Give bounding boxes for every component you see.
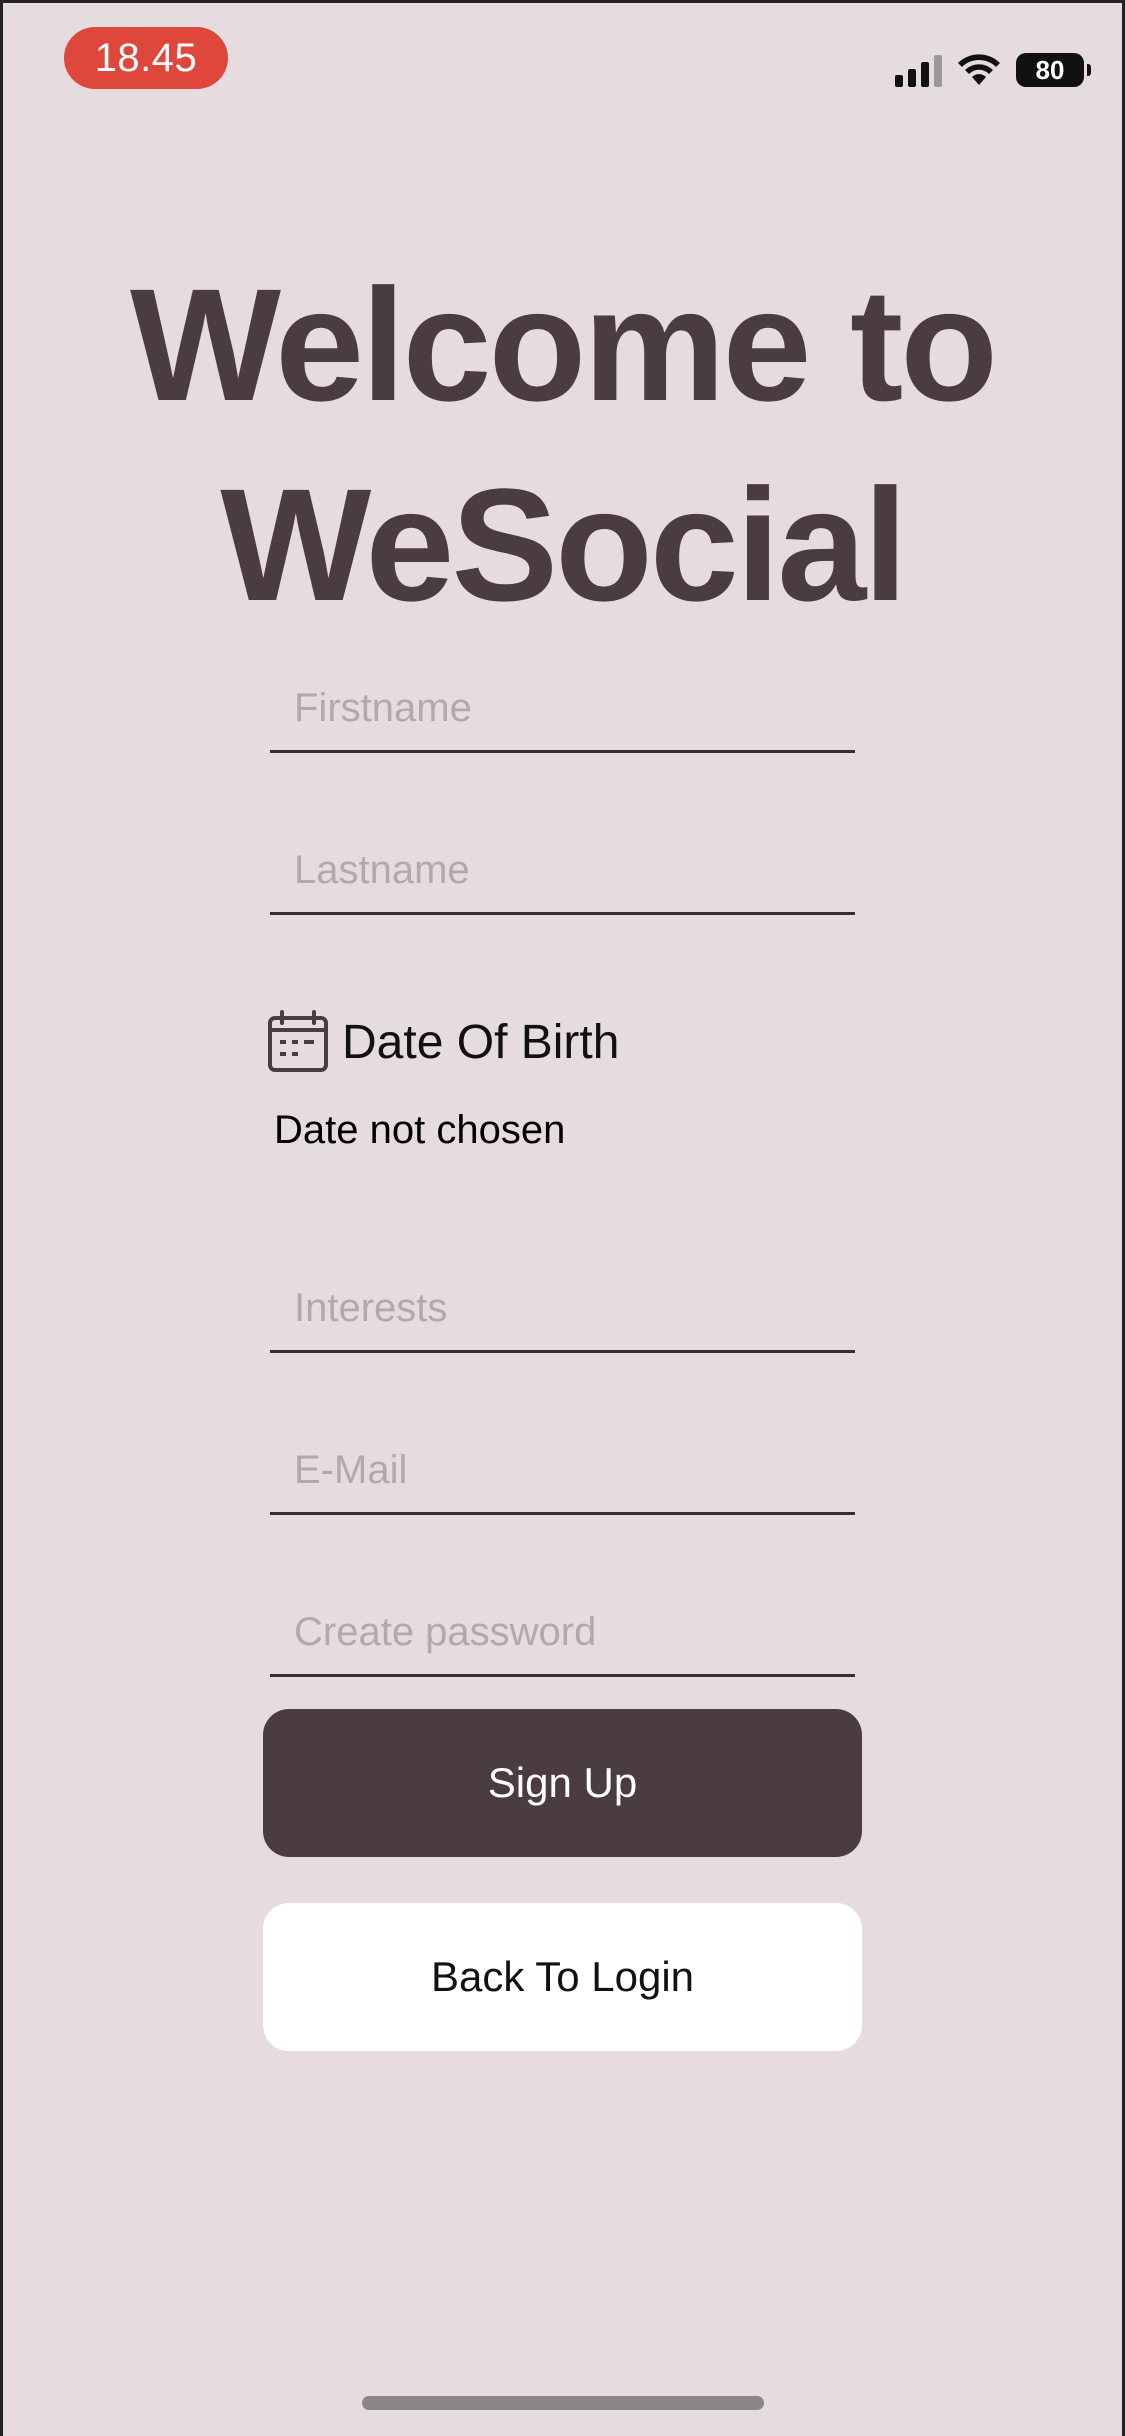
date-of-birth-status: Date not chosen [274, 1108, 566, 1152]
back-to-login-button[interactable]: Back To Login [263, 1903, 862, 2051]
date-of-birth-label: Date Of Birth [342, 1015, 620, 1069]
cellular-signal-icon [895, 53, 942, 87]
title-line-1: Welcome to [130, 255, 998, 434]
interests-input[interactable] [270, 1267, 855, 1353]
password-input[interactable] [270, 1591, 855, 1677]
battery-level: 80 [1035, 55, 1065, 85]
firstname-input[interactable] [270, 667, 855, 753]
status-indicators: 80 [895, 50, 1091, 90]
wifi-icon [958, 54, 1000, 85]
email-input[interactable] [270, 1429, 855, 1515]
title-line-2: WeSocial [220, 455, 907, 634]
sign-up-button[interactable]: Sign Up [263, 1709, 862, 1857]
battery-icon: 80 [1016, 53, 1091, 87]
home-indicator[interactable] [362, 2396, 764, 2410]
lastname-input[interactable] [270, 829, 855, 915]
date-of-birth-picker[interactable]: Date Of Birth [266, 1008, 619, 1076]
calendar-icon [268, 1010, 328, 1072]
page-title: Welcome to WeSocial [0, 245, 1125, 645]
status-time: 18.45 [64, 27, 228, 89]
